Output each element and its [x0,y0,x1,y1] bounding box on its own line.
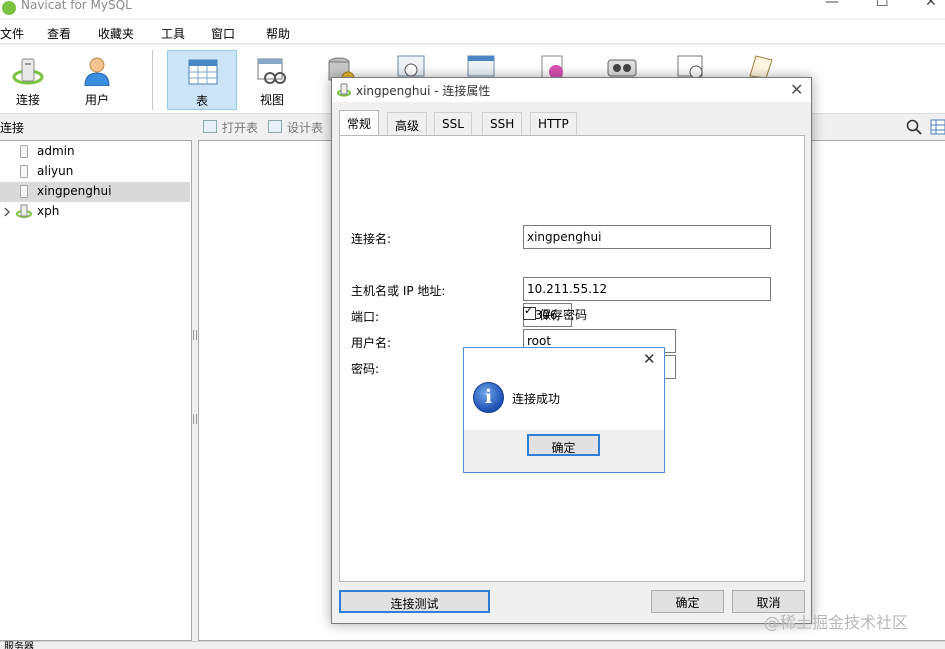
port-label: 端口: [351,310,380,324]
connection-item-icon [20,165,28,178]
menu-view[interactable]: 查看 [47,25,71,42]
maximize-button[interactable]: ☐ [876,0,889,10]
backup-icon[interactable] [606,56,638,78]
message-close-icon[interactable]: ✕ [643,350,656,368]
close-window-button[interactable]: ✕ [925,0,937,10]
info-icon: i [473,382,504,413]
tree-item-xingpenghui[interactable]: xingpenghui [0,182,190,202]
menu-tools[interactable]: 工具 [161,25,185,42]
status-bar [0,641,945,649]
tree-item-aliyun[interactable]: aliyun [0,162,190,182]
tree-item-label: xph [37,204,60,218]
user-icon [84,57,110,86]
grid-view-icon[interactable] [930,119,945,135]
open-table-icon [203,120,217,133]
splitter-handle-icon [193,414,197,424]
toolbar-user-button[interactable]: 用户 [62,50,132,110]
toolbar-table-label: 表 [195,94,208,108]
window-titlebar [0,0,945,18]
minimize-button[interactable]: — [825,0,839,10]
navicat-logo-icon [2,1,16,15]
connection-item-icon [20,145,28,158]
active-connection-icon [16,204,32,218]
schedule-icon[interactable] [676,54,706,78]
toolbar-view-label: 视图 [259,93,284,107]
dialog-ok-button[interactable]: 确定 [651,590,724,613]
tree-item-label: xingpenghui [37,184,112,198]
menu-file[interactable]: 文件 [0,25,24,42]
dialog-title: xingpenghui - 连接属性 [356,84,491,98]
report-icon[interactable] [538,54,568,78]
toolbar-separator [152,50,153,110]
search-icon[interactable] [906,119,922,135]
menu-window[interactable]: 窗口 [211,25,235,42]
tree-item-label: aliyun [37,164,74,178]
watermark: @稀土掘金技术社区 [764,613,909,632]
tree-item-xph[interactable]: xph [0,202,190,222]
design-table-icon [268,120,282,133]
menu-help[interactable]: 帮助 [266,25,290,42]
design-table-button[interactable]: 设计表 [287,119,323,136]
connection-name-label: 连接名: [351,232,392,246]
save-password-label: 保存密码 [539,308,588,322]
status-server-label: 服务器 [4,642,34,649]
connection-icon [12,58,44,85]
menu-favorites[interactable]: 收藏夹 [98,25,134,42]
connection-name-input[interactable] [523,225,771,249]
tab-ssh[interactable]: SSH [482,112,523,135]
connection-panel-header: 连接 [0,121,25,135]
checkmark-icon: ✓ [524,304,534,317]
message-box: ✕ i 连接成功 确定 [463,347,665,473]
toolbar-connection-button[interactable]: 连接 [0,50,63,110]
model-icon[interactable] [746,54,776,78]
menu-bar [0,20,945,44]
toolbar-connection-label: 连接 [15,93,40,107]
toolbar-table-button[interactable]: 表 [167,50,237,110]
toolbar-view-button[interactable]: 视图 [237,50,307,110]
tab-ssl[interactable]: SSL [434,112,472,135]
tree-item-admin[interactable]: admin [0,142,190,162]
tab-advanced[interactable]: 高级 [387,112,428,135]
host-label: 主机名或 IP 地址: [351,284,446,298]
message-text: 连接成功 [512,392,561,406]
expand-chevron-icon[interactable] [3,207,11,217]
event-icon[interactable] [396,54,426,78]
toolbar-user-label: 用户 [84,93,109,107]
dialog-close-icon[interactable]: ✕ [790,80,803,99]
window-title: Navicat for MySQL [21,0,132,12]
splitter-handle-icon [193,330,197,340]
view-icon [257,58,286,84]
connection-icon [337,83,351,97]
test-connection-button[interactable]: 连接测试 [339,590,490,613]
tree-item-label: admin [37,144,75,158]
message-ok-button[interactable]: 确定 [527,434,600,456]
password-label: 密码: [351,362,380,376]
table-icon [188,59,218,85]
query-icon[interactable] [466,54,496,78]
tab-http[interactable]: HTTP [530,112,577,135]
host-input[interactable] [523,277,771,301]
username-label: 用户名: [351,336,392,350]
tab-general[interactable]: 常规 [339,110,380,136]
connection-item-icon [20,185,28,198]
open-table-button[interactable]: 打开表 [222,119,258,136]
